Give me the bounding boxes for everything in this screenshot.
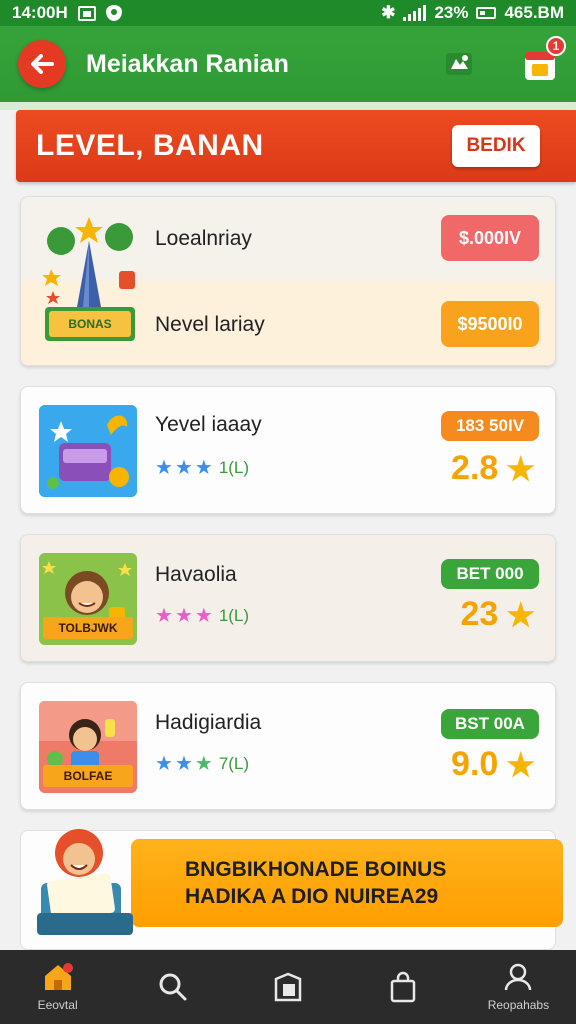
star-icon: ★ [174,753,193,775]
nav-label: Reopahabs [487,998,550,1012]
nav-search[interactable] [115,950,230,1024]
card-title: Loealnriay [155,227,252,250]
app-bar: Meiakkan Ranian 1 [0,26,576,102]
score-value: 2.8 [451,449,499,487]
shield-icon [105,5,122,21]
star-rating: ★ ★ ★ 1(L) [155,455,249,480]
treasure-illustration [39,405,137,497]
star-icon: ★ [155,457,173,479]
score: 2.8 ★ [451,449,535,488]
book-icon [274,972,302,1002]
price-badge[interactable]: BET 000 [441,559,539,589]
score: 9.0 ★ [451,745,535,784]
thumb-caption: BOLFAE [63,769,113,783]
search-icon [159,973,187,1001]
bonus-line-2: HADIKA A DIO NUIREA29 [185,885,439,908]
nav-cart[interactable] [346,950,461,1024]
level-banner: LEVEL, BANAN BEDIK [16,110,576,182]
star-rating: ★ ★ ★ 7(L) [155,751,249,776]
card-title: Nevel lariay [155,313,265,336]
character-illustration: BOLFAE [39,701,137,793]
home-icon [44,963,73,990]
star-icon: ★ [506,746,535,783]
star-icon: ★ [174,605,193,627]
back-button[interactable] [18,40,66,88]
bag-icon [390,971,416,1003]
price-badge[interactable]: 183 50IV [441,411,539,441]
level-action-button[interactable]: BEDIK [452,125,540,167]
status-time: 14:00H [12,3,68,22]
level-title: LEVEL, BANAN [36,129,264,162]
notification-badge: 1 [546,36,566,56]
price-badge[interactable]: $9500I0 [441,301,539,347]
nav-library[interactable] [230,950,345,1024]
thumb-caption: BONAS [68,317,112,331]
calendar-button[interactable]: 1 [522,36,566,82]
character-illustration: TOLBJWK [39,553,137,645]
star-icon: ★ [174,457,193,479]
star-icon: ★ [194,457,213,479]
review-count: 1(L) [218,605,250,625]
star-icon: ★ [506,596,535,633]
score: 23 ★ [460,595,535,634]
bonus-card[interactable]: BNGBIKHONADE BOINUS HADIKA A DIO NUIREA2… [20,829,563,950]
star-icon: ★ [194,605,213,627]
level-card[interactable]: TOLBJWK Havaolia ★ ★ ★ 1(L) BET 000 23 ★ [20,534,556,662]
divider [0,102,576,110]
bonus-line-1: BNGBIKHONADE BOINUS [185,858,447,881]
reader-illustration [37,829,133,935]
star-icon: ★ [194,753,213,775]
bonus-banner[interactable]: BNGBIKHONADE BOINUS HADIKA A DIO NUIREA2… [131,839,563,927]
signal-icon [403,5,427,21]
price-badge[interactable]: $.000IV [441,215,539,261]
bottom-nav: Eeovtal Reopahabs [0,950,576,1024]
review-count: 1(L) [218,457,250,477]
page-title: Meiakkan Ranian [86,49,289,78]
score-value: 9.0 [451,745,499,783]
nav-profile[interactable]: Reopahabs [461,950,576,1024]
battery-percent: 23% [434,3,469,22]
profile-icon [505,963,532,991]
card-title: Yevel iaaay [155,413,262,436]
share-icon [446,53,472,75]
star-icon: ★ [155,753,173,775]
tower-illustration: BONAS [39,211,141,351]
battery-icon [476,7,497,19]
status-bar: 14:00H ✱ 23% 465.BM [0,0,576,26]
gallery-icon [77,5,96,21]
nav-label: Eeovtal [37,998,78,1012]
star-icon: ★ [155,605,173,627]
star-rating: ★ ★ ★ 1(L) [155,603,249,628]
bluetooth-icon: ✱ [381,3,396,22]
arrow-left-icon [31,54,54,74]
price-badge[interactable]: BST 00A [441,709,539,739]
level-card[interactable]: Yevel iaaay ★ ★ ★ 1(L) 183 50IV 2.8 ★ [20,386,556,514]
thumb-caption: TOLBJWK [58,621,118,635]
level-card[interactable]: BOLFAE Hadigiardia ★ ★ ★ 7(L) BST 00A 9.… [20,682,556,810]
share-button[interactable] [442,47,476,81]
level-card[interactable]: BONAS Loealnriay $.000IV Nevel lariay $9… [20,196,556,366]
star-icon: ★ [506,450,535,487]
status-clock: 465.BM [504,3,564,22]
review-count: 7(L) [218,753,250,773]
card-title: Havaolia [155,563,237,586]
score-value: 23 [460,595,499,633]
nav-home[interactable]: Eeovtal [0,950,115,1024]
card-title: Hadigiardia [155,711,262,734]
